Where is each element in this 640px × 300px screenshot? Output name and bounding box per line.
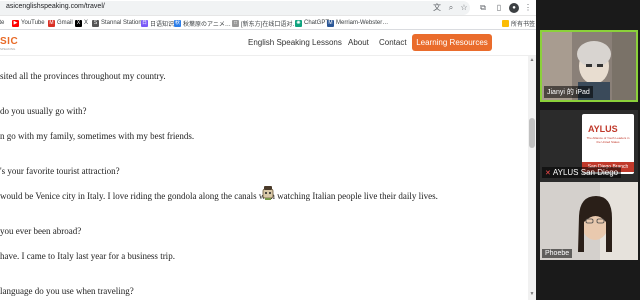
aylus-subtitle: The Alliance of Youth Leaders in the Uni…	[586, 136, 630, 144]
bookmark-japanese[interactable]: 日 日语知识	[141, 18, 174, 28]
bookmark-star-icon[interactable]: ☆	[459, 3, 469, 13]
gmail-icon: M	[48, 19, 55, 27]
aylus-logo-card: AYLUS The Alliance of Youth Leaders in t…	[582, 114, 634, 174]
bookmark-anime[interactable]: 秋 秋葉原のアニメ…	[174, 18, 231, 28]
answer-line: sited all the provinces throughout my co…	[0, 71, 166, 81]
answer-line: would be Venice city in Italy. I love ri…	[0, 191, 438, 201]
profile-avatar-icon[interactable]: ●	[509, 3, 519, 13]
bookmark-chatgpt[interactable]: ✺ ChatGPT	[295, 18, 329, 28]
bookmark-label: 日语知识	[150, 21, 175, 28]
scrollbar-thumb[interactable]	[529, 118, 535, 148]
bookmark-youtube[interactable]: ▶ YouTube	[12, 18, 45, 28]
site-logo-tagline: SPEAKING	[0, 47, 16, 51]
answer-line: n go with my family, sometimes with my b…	[0, 131, 195, 141]
nav-about[interactable]: About	[348, 38, 369, 47]
browser-window: asicenglishspeaking.com/travel/ 文 ⌕ ☆ ⧉ …	[0, 0, 536, 300]
article-content: sited all the provinces throughout my co…	[0, 56, 528, 300]
scroll-down-icon[interactable]: ▼	[529, 291, 535, 297]
video-gallery-panel: Jianyi 的 iPad AYLUS The Alliance of Yout…	[536, 0, 640, 300]
extensions-icon[interactable]: ⧉	[478, 3, 488, 13]
scroll-up-icon[interactable]: ▲	[529, 57, 535, 63]
zoom-icon[interactable]: ⌕	[446, 3, 456, 13]
bookmark-x[interactable]: X X	[75, 18, 88, 28]
translate-icon[interactable]: 文	[432, 3, 442, 13]
aylus-title: AYLUS	[588, 124, 618, 134]
bookmarks-bar: ate ▶ YouTube M Gmail X X S Stannal Stat…	[0, 16, 536, 30]
video-tile-phoebe[interactable]: Phoebe	[540, 182, 638, 260]
bookmark-label: 秋葉原のアニメ…	[183, 21, 231, 28]
site-logo[interactable]: SIC	[0, 36, 18, 47]
answer-line: have. I came to Italy last year for a bu…	[0, 251, 175, 261]
page-icon: □	[232, 19, 239, 27]
bookmark-label: Merriam-Webster…	[336, 20, 389, 26]
station-icon: S	[92, 19, 99, 27]
bookmark-xdf[interactable]: □ [新东方]在线口语对…	[232, 18, 298, 28]
participant-name-label: Jianyi 的 iPad	[544, 86, 593, 98]
youtube-icon: ▶	[12, 19, 19, 27]
bookmark-gmail[interactable]: M Gmail	[48, 18, 73, 28]
folder-icon	[502, 19, 509, 27]
nav-contact[interactable]: Contact	[379, 38, 407, 47]
url-text[interactable]: asicenglishspeaking.com/travel/	[6, 3, 105, 10]
all-bookmarks-label: 所有书签	[511, 21, 536, 28]
folder-icon: 秋	[174, 19, 181, 27]
video-tile-aylus[interactable]: AYLUS The Alliance of Youth Leaders in t…	[540, 110, 638, 182]
menu-icon[interactable]: ⋮	[523, 3, 533, 13]
sidebar-icon[interactable]: ▯	[494, 3, 504, 13]
url-field[interactable]: asicenglishspeaking.com/travel/	[0, 1, 470, 15]
chatgpt-icon: ✺	[295, 19, 302, 27]
bookmark-merriam[interactable]: M Merriam-Webster…	[327, 18, 388, 28]
participant-name-text: AYLUS San Diego	[552, 168, 619, 177]
floating-character-icon	[262, 186, 274, 200]
dictionary-icon: M	[327, 19, 334, 27]
book-icon: 日	[141, 19, 148, 27]
video-tile-jianyi[interactable]: Jianyi 的 iPad	[540, 30, 638, 102]
question-line: language do you use when traveling?	[0, 286, 134, 296]
bookmark-label: YouTube	[21, 20, 45, 26]
nav-english-speaking-lessons[interactable]: English Speaking Lessons	[248, 38, 342, 47]
bookmark-label: X	[84, 20, 89, 26]
bookmark-label: Gmail	[57, 20, 73, 26]
nav-learning-resources-button[interactable]: Learning Resources	[412, 34, 492, 51]
mic-muted-icon: ✕	[545, 170, 551, 177]
bookmark-stannal[interactable]: S Stannal Station	[92, 18, 142, 28]
bookmark-item[interactable]: ate	[0, 18, 4, 28]
page-scrollbar[interactable]	[528, 56, 536, 300]
site-header: SIC SPEAKING English Speaking Lessons Ab…	[0, 30, 536, 56]
address-bar: asicenglishspeaking.com/travel/ 文 ⌕ ☆ ⧉ …	[0, 0, 536, 16]
x-icon: X	[75, 19, 82, 27]
bookmark-label: ChatGPT	[304, 20, 330, 26]
bookmark-label: Stannal Station	[101, 20, 142, 26]
bookmark-label: ate	[0, 20, 5, 26]
bookmark-label: [新东方]在线口语对…	[241, 21, 299, 28]
all-bookmarks[interactable]: 所有书签	[502, 18, 535, 28]
question-line: do you usually go with?	[0, 106, 87, 116]
participant-name-label: ✕ AYLUS San Diego	[542, 167, 622, 178]
question-line: you ever been abroad?	[0, 226, 82, 236]
question-line: 's your favorite tourist attraction?	[0, 166, 120, 176]
participant-name-label: Phoebe	[542, 249, 573, 258]
